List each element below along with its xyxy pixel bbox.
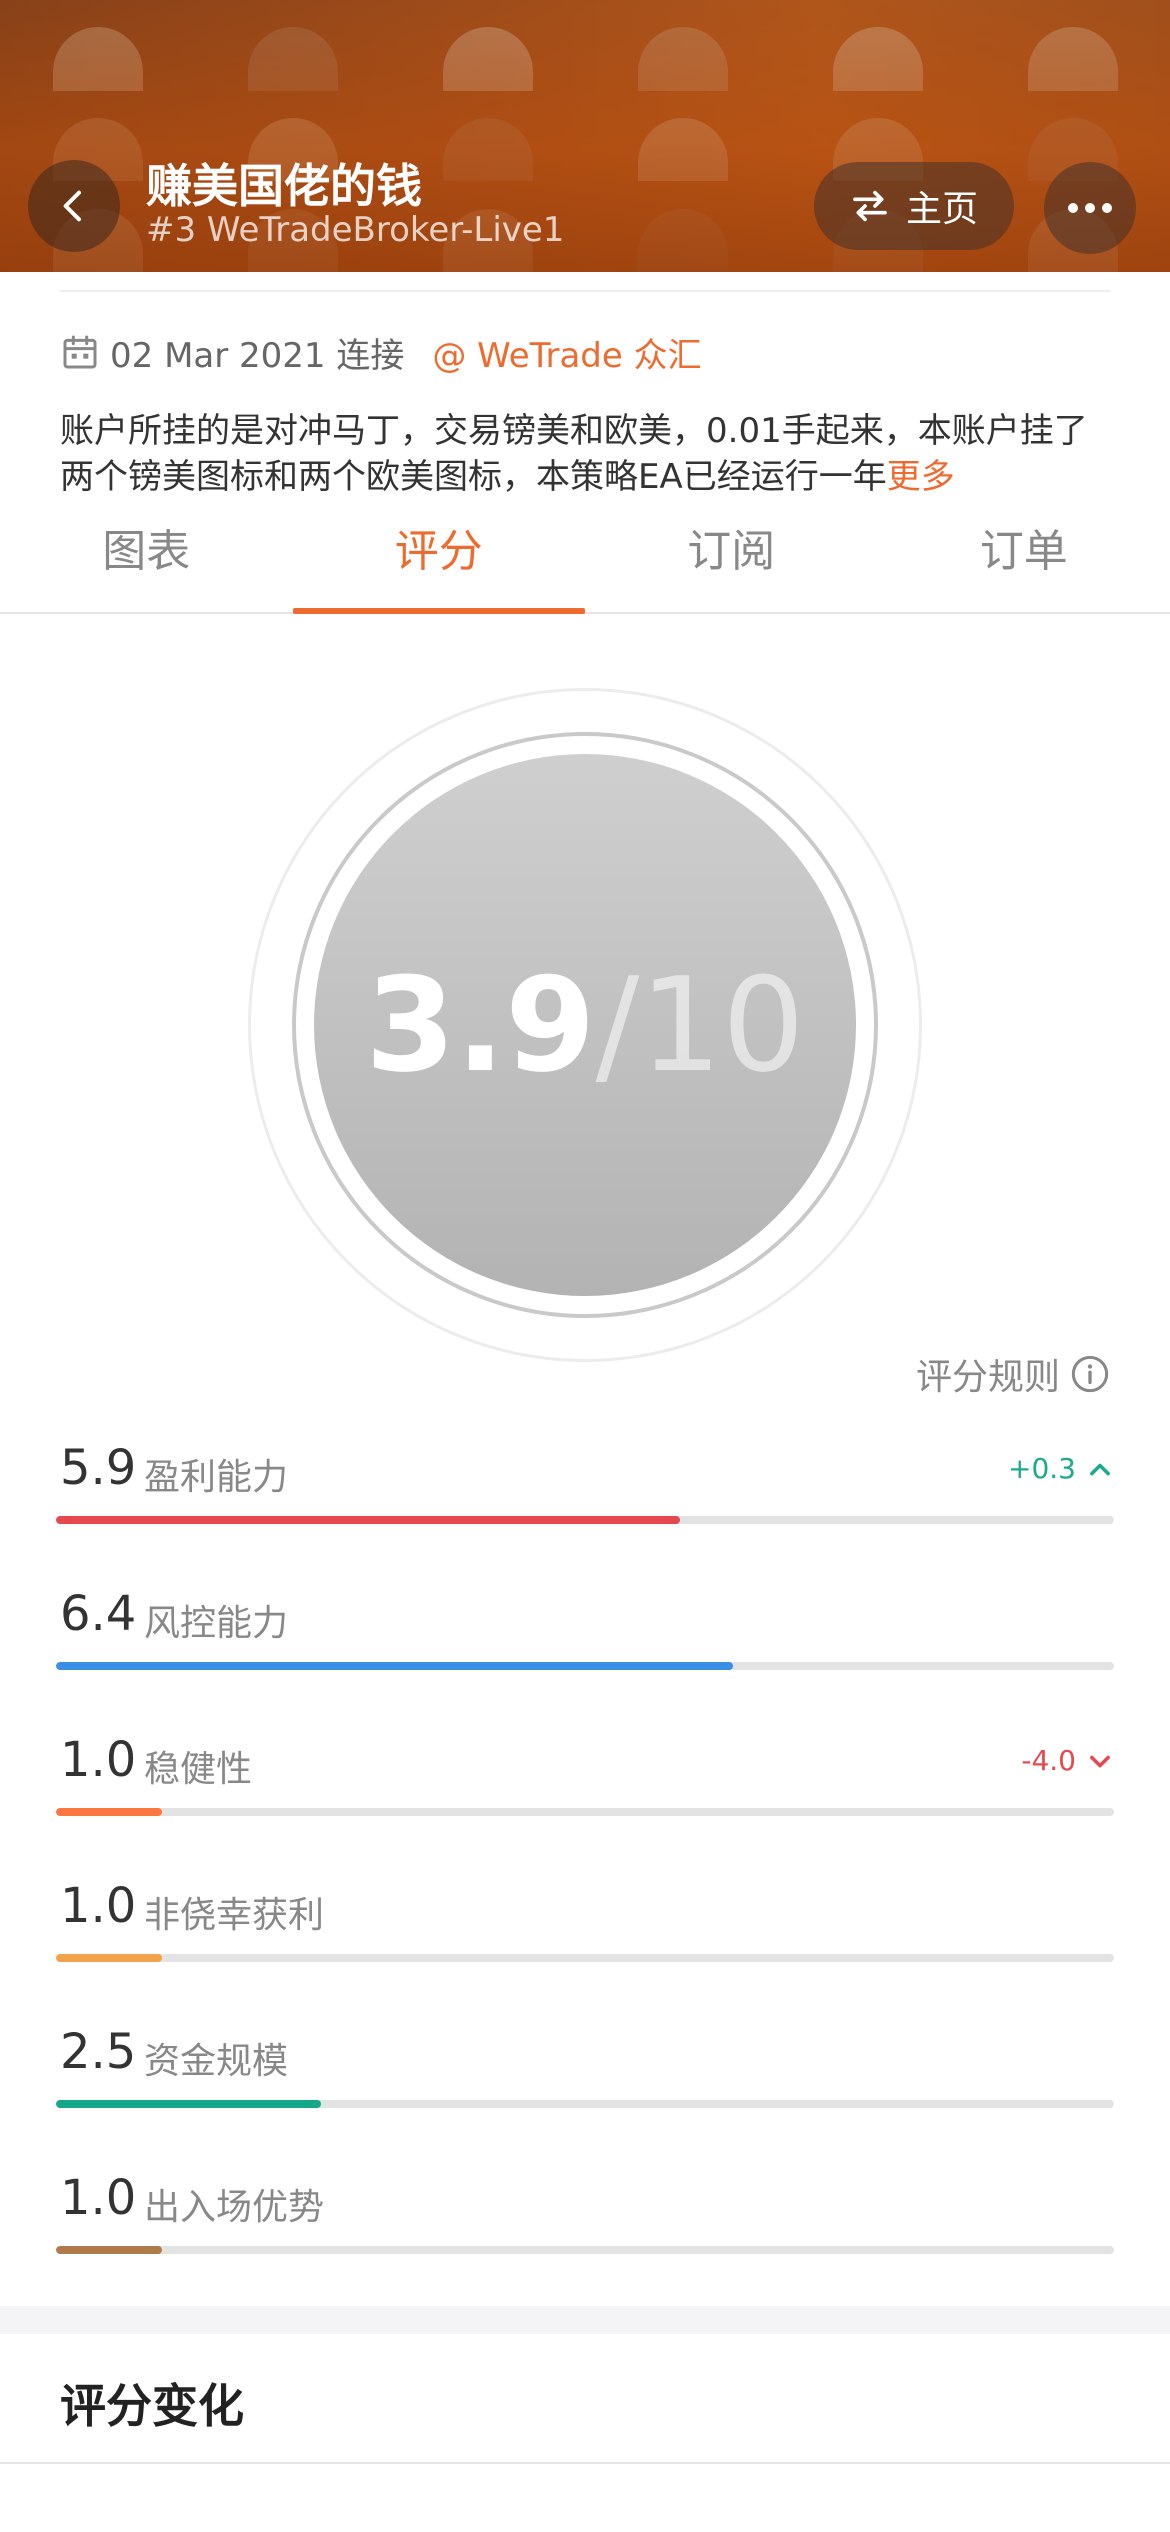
tab-subscribe[interactable]: 订阅: [585, 510, 878, 612]
overall-score-gauge: 3.9/10: [248, 688, 922, 1362]
tab-chart[interactable]: 图表: [0, 510, 293, 612]
metric-change-value: +0.3: [1008, 1452, 1076, 1485]
metric-progress-track: [56, 2100, 1114, 2108]
metric-row: 1.0 出入场优势: [56, 2170, 1114, 2260]
metric-progress-track: [56, 1808, 1114, 1816]
tab-orders[interactable]: 订单: [878, 510, 1170, 612]
metric-progress-fill: [56, 2100, 321, 2108]
chevron-up-icon: [1090, 1463, 1110, 1475]
broker-link[interactable]: @ WeTrade 众汇: [432, 328, 701, 377]
metric-change-value: -4.0: [1021, 1744, 1076, 1777]
score-rules-link[interactable]: 评分规则: [916, 1346, 1110, 1402]
score-max: /10: [595, 949, 805, 1101]
divider: [0, 2462, 1170, 2464]
metric-label: 稳健性: [144, 1749, 253, 1790]
account-subtitle: #3 WeTradeBroker-Live1: [146, 210, 565, 250]
connection-info: 02 Mar 2021 连接 @ WeTrade 众汇: [60, 324, 702, 380]
metric-progress-track: [56, 1662, 1114, 1670]
metric-label: 资金规模: [144, 2041, 289, 2082]
section-separator: [0, 2306, 1170, 2334]
score-rules-label: 评分规则: [915, 1357, 1060, 1398]
metric-row: 2.5 资金规模: [56, 2024, 1114, 2114]
swap-icon: [853, 190, 887, 222]
metric-progress-track: [56, 1954, 1114, 1962]
header-banner: 赚美国佬的钱 #3 WeTradeBroker-Live1 主页: [0, 0, 1170, 272]
metric-row: 1.0 稳健性 -4.0: [56, 1732, 1114, 1822]
connection-date: 02 Mar 2021 连接: [110, 335, 405, 376]
metric-label: 风控能力: [144, 1603, 289, 1644]
metric-label: 出入场优势: [144, 2187, 325, 2228]
metric-progress-track: [56, 2246, 1114, 2254]
metric-progress-track: [56, 1516, 1114, 1524]
metric-row: 6.4 风控能力: [56, 1586, 1114, 1676]
metric-progress-fill: [56, 1954, 162, 1962]
score-disk: 3.9/10: [314, 754, 856, 1296]
more-dots-icon: [1068, 203, 1112, 213]
metric-value: 5.9: [60, 1440, 137, 1496]
tab-bar: 图表 评分 订阅 订单: [0, 510, 1170, 614]
metric-progress-fill: [56, 1516, 681, 1524]
metric-progress-fill: [56, 1808, 162, 1816]
metric-value: 1.0: [60, 1878, 137, 1934]
divider: [60, 290, 1110, 292]
calendar-icon: [63, 335, 97, 369]
info-icon: [1071, 1355, 1109, 1393]
account-title: 赚美国佬的钱: [146, 159, 422, 213]
home-button[interactable]: 主页: [814, 162, 1014, 250]
metric-value: 1.0: [60, 1732, 137, 1788]
metric-value: 6.4: [60, 1586, 137, 1642]
metric-label: 非侥幸获利: [144, 1895, 325, 1936]
chevron-down-icon: [1090, 1755, 1110, 1767]
strategy-description: 账户所挂的是对冲马丁，交易镑美和欧美，0.01手起来，本账户挂了两个镑美图标和两…: [60, 408, 1120, 500]
metric-progress-fill: [56, 1662, 734, 1670]
more-link[interactable]: 更多: [887, 457, 955, 497]
metric-change: -4.0: [1021, 1744, 1114, 1777]
metric-row: 5.9 盈利能力 +0.3: [56, 1440, 1114, 1530]
score-change-title: 评分变化: [60, 2379, 244, 2433]
back-button[interactable]: [28, 160, 120, 252]
metric-change: +0.3: [1008, 1452, 1114, 1485]
score-value: 3.9: [365, 949, 596, 1101]
metric-label: 盈利能力: [144, 1457, 289, 1498]
metric-value: 1.0: [60, 2170, 137, 2226]
home-button-label: 主页: [905, 189, 978, 230]
metric-value: 2.5: [60, 2024, 137, 2080]
metric-progress-fill: [56, 2246, 162, 2254]
tab-score[interactable]: 评分: [292, 510, 586, 614]
chevron-left-icon: [63, 190, 81, 222]
more-options-button[interactable]: [1044, 162, 1136, 254]
metric-row: 1.0 非侥幸获利: [56, 1878, 1114, 1968]
